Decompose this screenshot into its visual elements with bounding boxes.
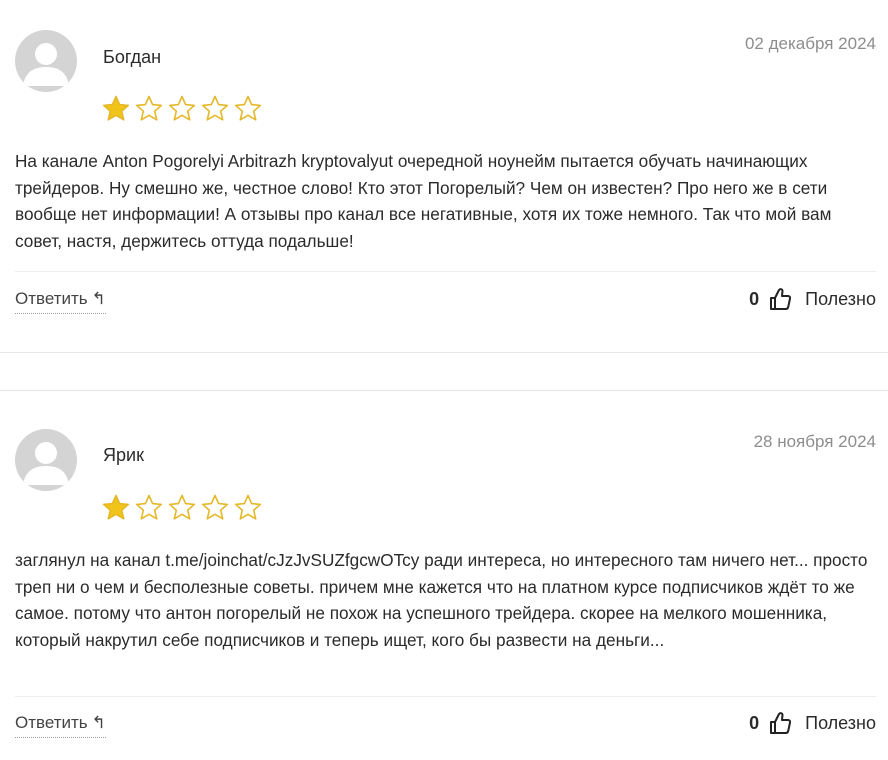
star-empty-icon [135, 95, 163, 121]
helpful-block: 0 Полезно [749, 286, 876, 312]
divider [15, 271, 876, 272]
user-placeholder-icon [23, 442, 69, 485]
thumbs-up-icon[interactable] [769, 287, 792, 311]
review-date: 28 ноября 2024 [753, 432, 876, 451]
rating-stars [101, 94, 263, 126]
reply-label: Ответить [15, 713, 88, 732]
avatar [15, 429, 77, 491]
star-filled-icon [102, 494, 130, 520]
helpful-block: 0 Полезно [749, 710, 876, 736]
helpful-button[interactable]: Полезно [805, 289, 876, 310]
author-name: Богдан [103, 47, 162, 67]
section-divider [0, 352, 888, 353]
reply-label: Ответить [15, 289, 88, 308]
divider [15, 696, 876, 697]
user-placeholder-icon [23, 43, 69, 86]
review-text: На канале Anton Pogorelyi Arbitrazh kryp… [15, 151, 832, 251]
star-empty-icon [234, 95, 262, 121]
star-empty-icon [168, 95, 196, 121]
rating-stars [101, 493, 263, 525]
star-filled-icon [102, 95, 130, 121]
reply-arrow-icon: ↰ [91, 713, 106, 732]
avatar [15, 30, 77, 92]
helpful-button[interactable]: Полезно [805, 713, 876, 734]
star-empty-icon [201, 494, 229, 520]
review-date: 02 декабря 2024 [744, 34, 876, 53]
thumbs-up-icon[interactable] [769, 711, 792, 735]
review-text: заглянул на канал t.me/joinchat/cJzJvSUZ… [15, 550, 868, 650]
reply-link[interactable]: Ответить ↰ [15, 288, 106, 314]
star-empty-icon [234, 494, 262, 520]
review-card: Ярик 28 ноября 2024 заглянул на канал t.… [0, 390, 888, 760]
helpful-count: 0 [749, 288, 760, 309]
author-name: Ярик [103, 445, 144, 465]
star-empty-icon [168, 494, 196, 520]
star-empty-icon [135, 494, 163, 520]
reply-arrow-icon: ↰ [91, 289, 106, 308]
helpful-count: 0 [749, 712, 760, 733]
reply-link[interactable]: Ответить ↰ [15, 712, 106, 738]
review-card: Богдан 02 декабря 2024 На канале Anton P… [0, 0, 888, 352]
star-empty-icon [201, 95, 229, 121]
